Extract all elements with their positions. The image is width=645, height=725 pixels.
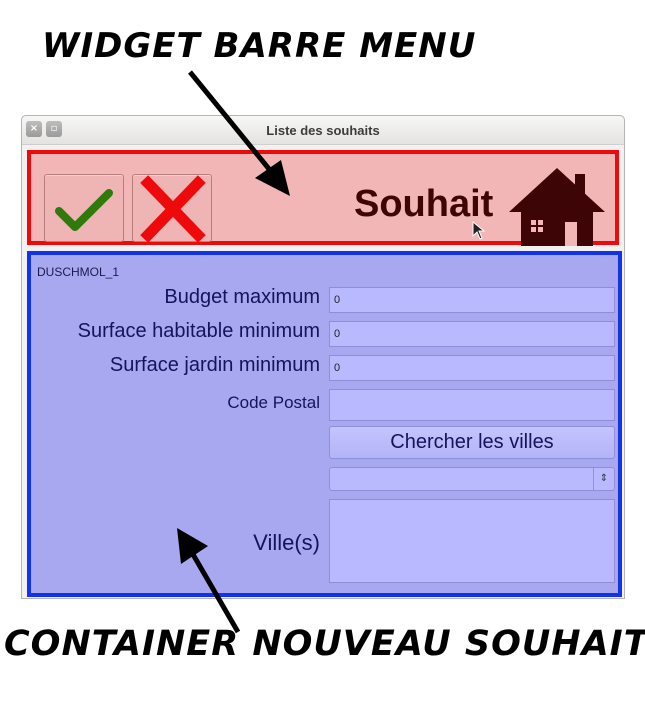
annotation-container-nouveau-souhait: CONTAINER NOUVEAU SOUHAIT	[4, 624, 645, 664]
bottom-arrow-shaft	[184, 542, 241, 634]
annotation-arrows	[177, 70, 290, 634]
top-arrow-head	[255, 160, 290, 196]
bottom-arrow-head	[177, 528, 208, 564]
top-arrow-shaft	[188, 70, 280, 182]
